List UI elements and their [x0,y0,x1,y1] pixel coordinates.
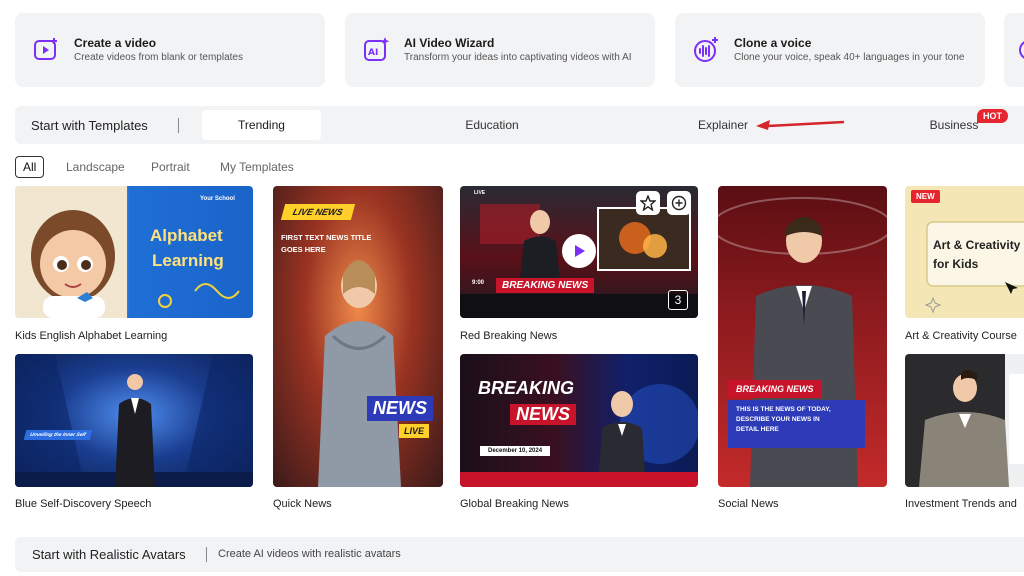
investment-illustration [905,354,1024,487]
template-art-creativity[interactable]: NEW Art & Creativity for Kids [905,186,1024,318]
card-desc: Transform your ideas into captivating vi… [404,51,632,63]
divider [178,118,179,133]
more-feature-card[interactable] [1004,13,1024,87]
ai-wizard-icon: AI [364,37,390,61]
learning-title: Learning [152,251,224,270]
global-news-illustration [460,384,698,487]
template-caption: Global Breaking News [460,498,569,510]
filter-portrait[interactable]: Portrait [151,156,190,178]
school-label: Your School [200,196,235,202]
news-headline-1: FIRST TEXT NEWS TITLE [281,233,372,242]
speech-title: Unveiling the Inner Self [23,430,92,440]
template-social-news[interactable]: BREAKING NEWS THIS IS THE NEWS OF TODAY,… [718,186,887,487]
partial-icon [1019,41,1024,59]
art-title-1: Art & Creativity [933,238,1021,252]
template-blue-self-discovery[interactable]: Unveiling the Inner Self [15,354,253,487]
create-video-card[interactable]: Create a video Create videos from blank … [15,13,325,87]
tab-trending[interactable]: Trending [202,110,321,140]
time-label: 9:00 [472,280,485,286]
filter-all[interactable]: All [15,156,45,178]
news-desc-line-1: THIS IS THE NEWS OF TODAY, [736,406,831,413]
news-desc-line-3: DETAIL HERE [736,426,779,433]
date-label: December 10, 2024 [480,446,551,456]
favorite-button[interactable] [636,191,660,215]
template-caption: Art & Creativity Course [905,330,1017,342]
news-label: NEWS [510,404,576,425]
card-title: AI Video Wizard [404,35,495,50]
star-icon [640,195,656,211]
templates-title: Start with Templates [31,118,148,133]
template-caption: Kids English Alphabet Learning [15,330,168,342]
template-investment-trends[interactable] [905,354,1024,487]
art-title-2: for Kids [933,257,979,271]
new-badge: NEW [911,190,940,203]
breaking-news-label: BREAKING NEWS [728,380,822,398]
template-quick-news[interactable]: LIVE NEWS FIRST TEXT NEWS TITLE GOES HER… [273,186,443,487]
news-desc-line-2: DESCRIBE YOUR NEWS IN [736,416,820,423]
card-desc: Create videos from blank or templates [74,51,243,63]
svg-text:AI: AI [368,48,378,58]
breaking-news-label: BREAKING NEWS [496,278,595,293]
template-kids-alphabet[interactable]: z Your School Alphabet Learning [15,186,253,318]
news-label: NEWS [367,396,433,421]
plus-circle-icon [671,195,687,211]
avatars-bar: Start with Realistic Avatars Create AI v… [15,537,1024,572]
live-label: LIVE [399,424,430,438]
breaking-label: BREAKING [478,378,575,398]
stage-illustration [15,354,253,487]
news-description-box: THIS IS THE NEWS OF TODAY, DESCRIBE YOUR… [728,400,865,448]
ai-video-wizard-card[interactable]: AI AI Video Wizard Transform your ideas … [345,13,655,87]
template-red-breaking-news[interactable]: LIVE BREAKING NEWS 9:00 3 [460,186,698,318]
play-icon [575,245,585,257]
voice-clone-icon [694,37,718,62]
news-headline-2: GOES HERE [281,245,326,254]
template-global-breaking-news[interactable]: BREAKING NEWS December 10, 2024 [460,354,698,487]
template-caption: Blue Self-Discovery Speech [15,498,152,510]
template-caption: Investment Trends and [905,498,1017,510]
filter-landscape[interactable]: Landscape [66,156,125,178]
tab-education[interactable]: Education [452,110,532,140]
play-button[interactable] [562,234,596,268]
add-button[interactable] [667,191,691,215]
divider [206,547,207,562]
card-title: Clone a voice [734,35,812,50]
clone-voice-card[interactable]: Clone a voice Clone your voice, speak 40… [675,13,985,87]
scene-count-badge: 3 [668,290,688,310]
template-caption: Red Breaking News [460,330,558,342]
red-arrow-annotation [756,120,845,130]
filter-my-templates[interactable]: My Templates [220,156,294,178]
template-caption: Social News [718,498,779,510]
news-anchor-illustration [318,260,401,487]
live-tag: LIVE [474,190,486,196]
live-news-label: LIVE NEWS [280,204,355,220]
alphabet-title: Alphabet [150,226,223,245]
avatars-subtitle: Create AI videos with realistic avatars [218,548,401,560]
card-desc: Clone your voice, speak 40+ languages in… [734,51,965,63]
art-illustration [924,221,1024,314]
card-title: Create a video [74,35,157,50]
avatars-title: Start with Realistic Avatars [32,547,186,562]
template-caption: Quick News [273,498,332,510]
tab-explainer[interactable]: Explainer [684,110,762,140]
video-add-icon [34,38,57,60]
hot-badge: HOT [977,109,1008,123]
